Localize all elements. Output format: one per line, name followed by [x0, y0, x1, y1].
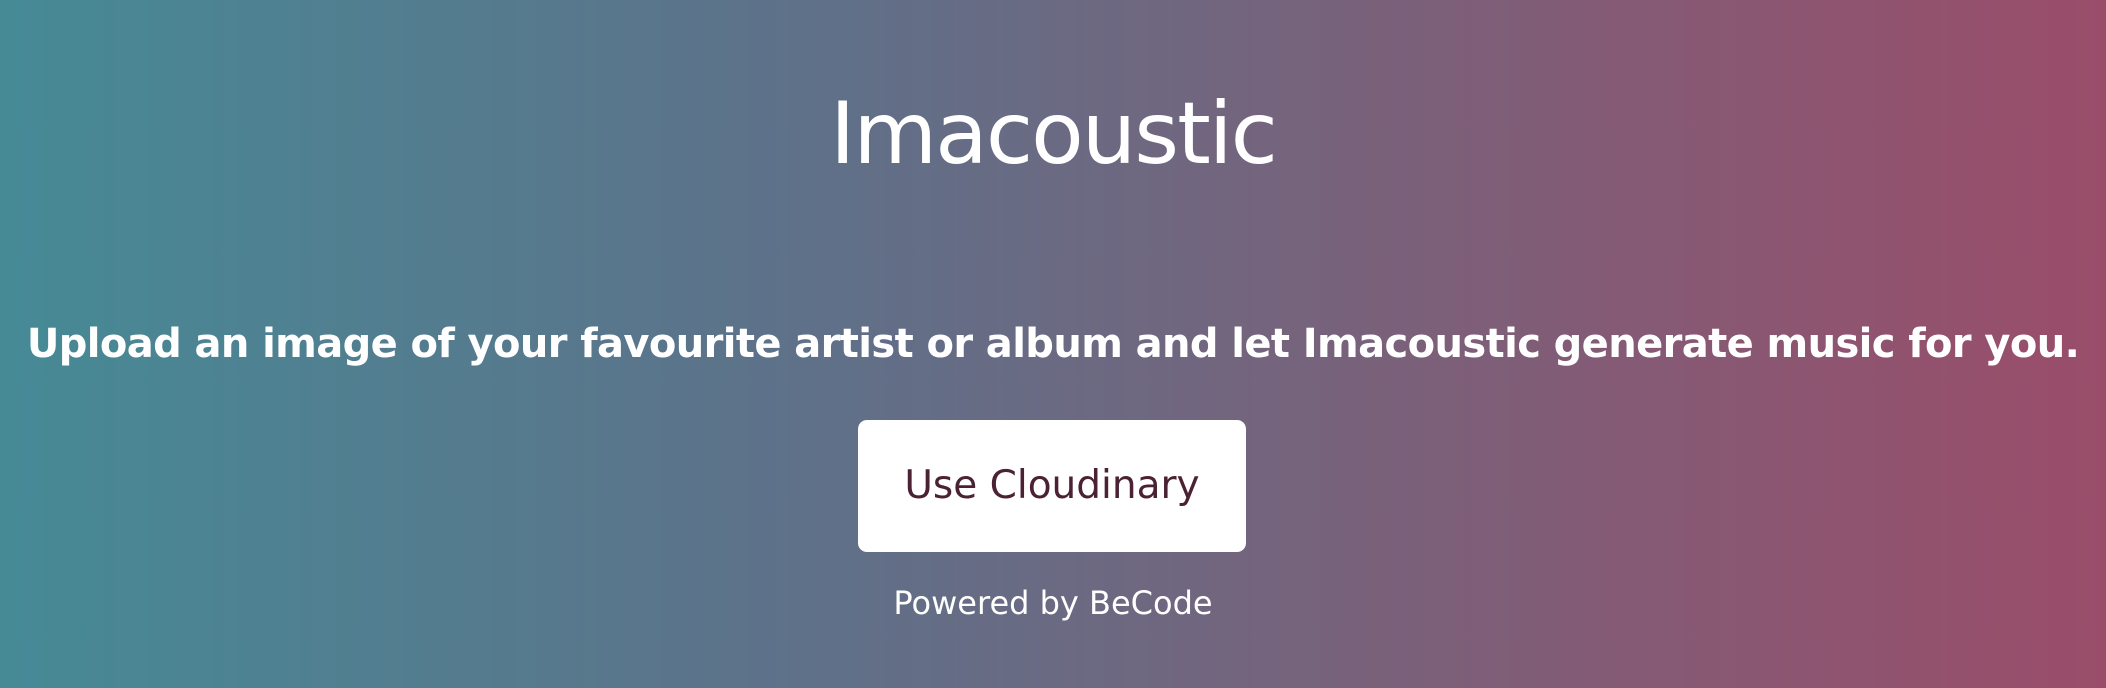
use-cloudinary-button[interactable]: Use Cloudinary [858, 420, 1246, 552]
tagline: Upload an image of your favourite artist… [26, 321, 2080, 367]
powered-by-text: Powered by BeCode [893, 584, 1213, 622]
page: Imacoustic Upload an image of your favou… [0, 0, 2106, 688]
app-title: Imacoustic [830, 84, 1278, 184]
